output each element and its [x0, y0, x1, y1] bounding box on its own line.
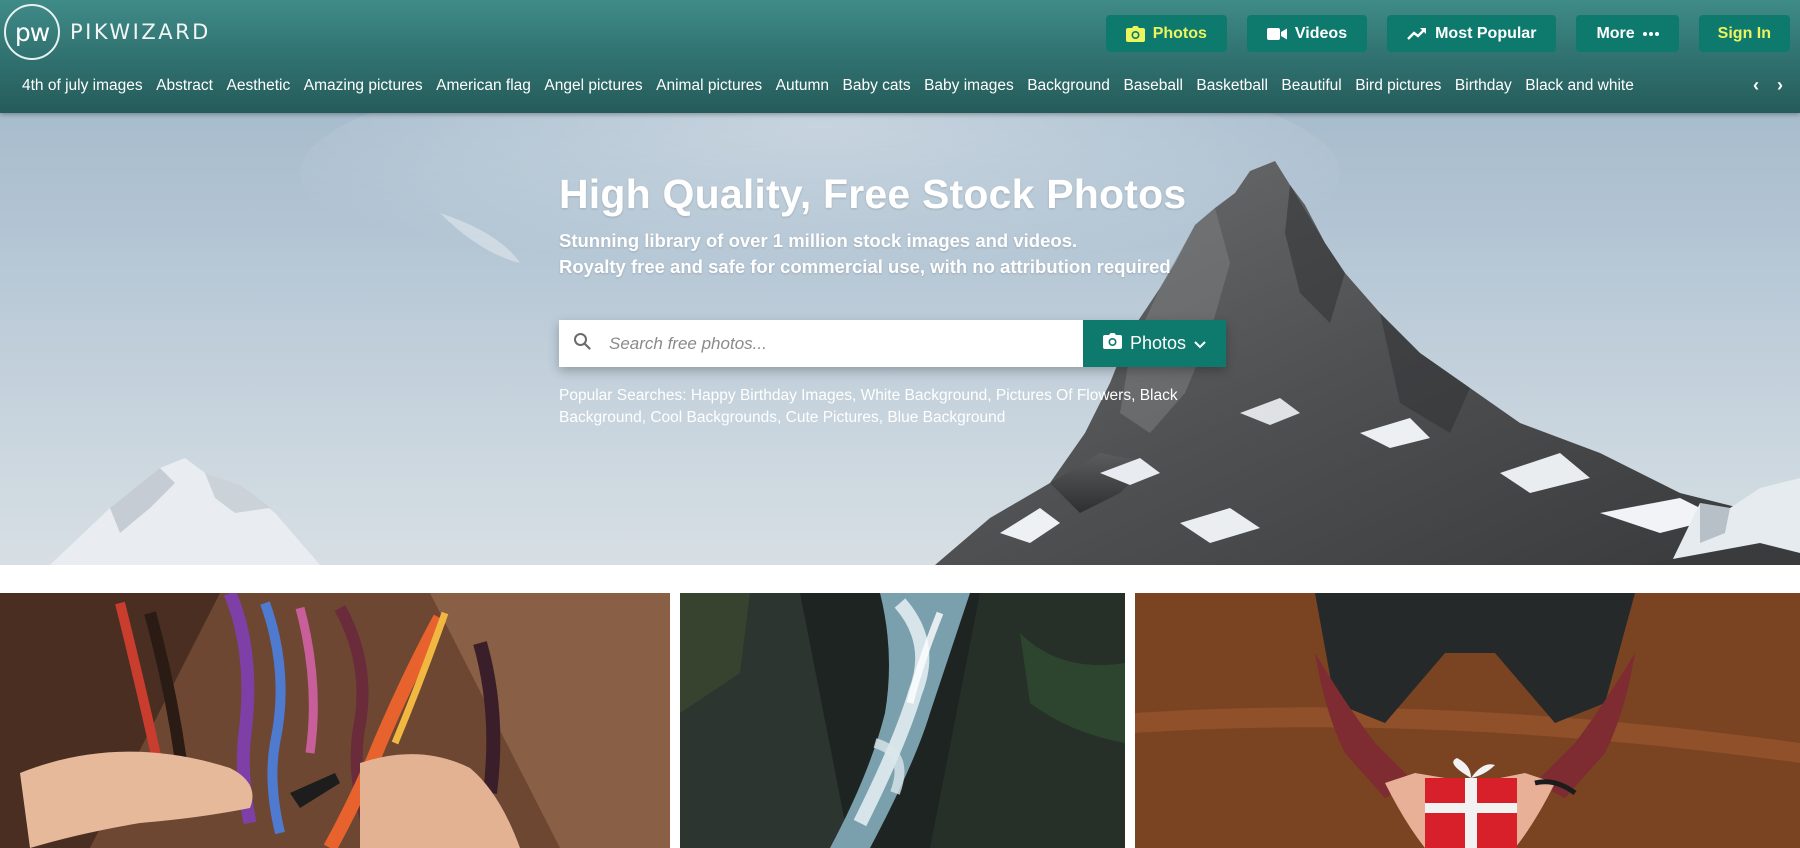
- sign-in-label: Sign In: [1717, 24, 1771, 42]
- logo-mark: pw: [4, 4, 60, 60]
- trending-icon: [1407, 27, 1427, 41]
- chevron-left-icon[interactable]: ‹: [1750, 75, 1762, 96]
- video-icon: [1266, 27, 1287, 41]
- category-link[interactable]: American flag: [436, 73, 531, 99]
- popular-search-link[interactable]: White Background: [861, 387, 988, 404]
- hero-subtitle-line-2: Royalty free and safe for commercial use…: [559, 256, 1171, 277]
- camera-icon: [1102, 333, 1122, 354]
- hero-content: High Quality, Free Stock Photos Stunning…: [559, 171, 1239, 426]
- category-link[interactable]: Baby images: [924, 73, 1014, 99]
- nav-more-label: More: [1596, 24, 1635, 42]
- gallery-photo-threads[interactable]: [0, 593, 670, 848]
- camera-icon: [1125, 25, 1145, 42]
- nav-more-button[interactable]: More: [1576, 15, 1679, 52]
- sign-in-button[interactable]: Sign In: [1698, 15, 1790, 52]
- category-link[interactable]: Basketball: [1196, 73, 1268, 99]
- category-link[interactable]: Background: [1027, 73, 1110, 99]
- category-link[interactable]: Baby cats: [843, 73, 911, 99]
- popular-search-link[interactable]: Cute Pictures: [786, 409, 879, 426]
- search-type-label: Photos: [1129, 333, 1187, 353]
- category-link[interactable]: Autumn: [776, 73, 829, 99]
- nav-most-popular-label: Most Popular: [1435, 24, 1537, 42]
- top-navigation: Photos Videos Most Popular More Sign In: [1105, 15, 1790, 52]
- site-logo[interactable]: pw PIKWIZARD: [4, 3, 211, 61]
- nav-photos-label: Photos: [1152, 24, 1207, 42]
- nav-most-popular-button[interactable]: Most Popular: [1387, 15, 1557, 52]
- hero-subtitle: Stunning library of over 1 million stock…: [559, 228, 1239, 280]
- photo-thumbnail: [0, 593, 670, 848]
- category-link[interactable]: Black and white: [1525, 73, 1634, 99]
- category-link[interactable]: Aesthetic: [226, 73, 290, 99]
- popular-search-link[interactable]: Pictures Of Flowers: [996, 387, 1131, 404]
- category-link[interactable]: Baseball: [1123, 73, 1182, 99]
- popular-searches-label: Popular Searches:: [559, 387, 687, 404]
- category-link[interactable]: Animal pictures: [656, 73, 762, 99]
- photo-thumbnail: [680, 593, 1125, 848]
- category-link[interactable]: Abstract: [156, 73, 213, 99]
- category-link[interactable]: Amazing pictures: [304, 73, 423, 99]
- popular-search-link[interactable]: Cool Backgrounds: [650, 409, 777, 426]
- nav-photos-button[interactable]: Photos: [1105, 15, 1227, 52]
- category-link[interactable]: Birthday: [1455, 73, 1512, 99]
- photo-thumbnail: [1135, 593, 1800, 848]
- gallery-photo-waterfall[interactable]: [680, 593, 1125, 848]
- nav-videos-button[interactable]: Videos: [1246, 15, 1368, 52]
- logo-wordmark: PIKWIZARD: [70, 20, 211, 44]
- popular-search-link[interactable]: Blue Background: [887, 409, 1005, 426]
- chevron-down-icon: [1194, 333, 1206, 354]
- search-input[interactable]: [609, 323, 1069, 364]
- category-link[interactable]: Bird pictures: [1355, 73, 1441, 99]
- site-header: pw PIKWIZARD Photos Videos Most Popular …: [0, 0, 1800, 113]
- search-bar: Photos: [559, 320, 1226, 367]
- category-link[interactable]: Beautiful: [1281, 73, 1341, 99]
- gallery-photo-gift[interactable]: [1135, 593, 1800, 848]
- category-strip: 4th of july images Abstract Aesthetic Amazi…: [22, 73, 1712, 99]
- hero-subtitle-line-1: Stunning library of over 1 million stock…: [559, 230, 1078, 251]
- nav-videos-label: Videos: [1294, 24, 1348, 42]
- hero-banner: High Quality, Free Stock Photos Stunning…: [0, 113, 1800, 565]
- search-icon: [573, 332, 591, 355]
- popular-search-link[interactable]: Happy Birthday Images: [691, 387, 852, 404]
- category-link[interactable]: Angel pictures: [544, 73, 642, 99]
- category-scroll-controls: ‹ ›: [1750, 75, 1786, 96]
- ellipsis-icon: [1642, 31, 1659, 37]
- hero-title: High Quality, Free Stock Photos: [559, 171, 1187, 217]
- category-link[interactable]: 4th of july images: [22, 73, 143, 99]
- search-type-dropdown[interactable]: Photos: [1083, 320, 1226, 367]
- search-field-wrapper: [559, 320, 1083, 367]
- popular-searches: Popular Searches: Happy Birthday Images,…: [559, 387, 1178, 426]
- chevron-right-icon[interactable]: ›: [1774, 75, 1786, 96]
